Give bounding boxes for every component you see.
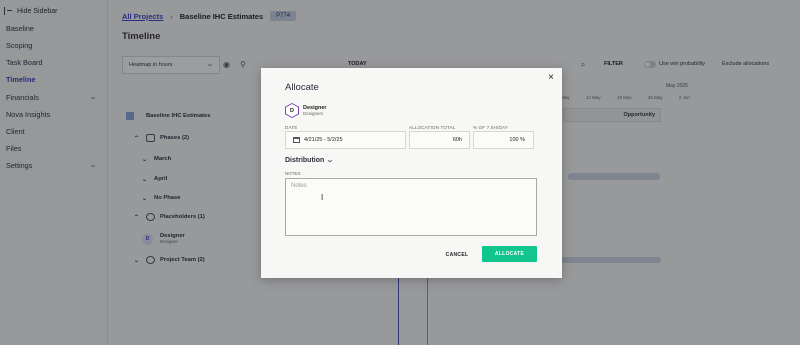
notes-label: NOTES bbox=[285, 171, 301, 176]
date-range-field[interactable]: 4/21/25 - 5/2/25 bbox=[285, 131, 406, 149]
role-subtitle: Designers bbox=[303, 110, 324, 116]
allocate-button[interactable]: ALLOCATE bbox=[482, 246, 537, 262]
date-label: DATE bbox=[285, 125, 298, 130]
text-cursor-icon: I bbox=[321, 193, 324, 202]
role-hexagon-icon: D bbox=[285, 103, 299, 118]
allocation-total-field[interactable]: 60h bbox=[409, 131, 470, 149]
distribution-toggle[interactable]: Distribution ⌄ bbox=[285, 156, 335, 165]
close-icon[interactable]: × bbox=[548, 72, 554, 83]
percent-field[interactable]: 100 % bbox=[473, 131, 534, 149]
calendar-icon bbox=[293, 137, 300, 143]
role-info: D Designer Designers bbox=[285, 103, 327, 118]
notes-textarea[interactable] bbox=[285, 178, 537, 236]
role-name: Designer bbox=[303, 104, 327, 111]
allocation-total-label: ALLOCATION TOTAL bbox=[409, 125, 456, 130]
allocate-modal: Allocate × D Designer Designers DATE ALL… bbox=[261, 68, 562, 278]
modal-title: Allocate bbox=[285, 82, 319, 93]
cancel-button[interactable]: CANCEL bbox=[439, 248, 475, 262]
chevron-down-icon: ⌄ bbox=[326, 157, 335, 164]
percent-label: % OF 7.5H/DAY bbox=[473, 125, 509, 130]
